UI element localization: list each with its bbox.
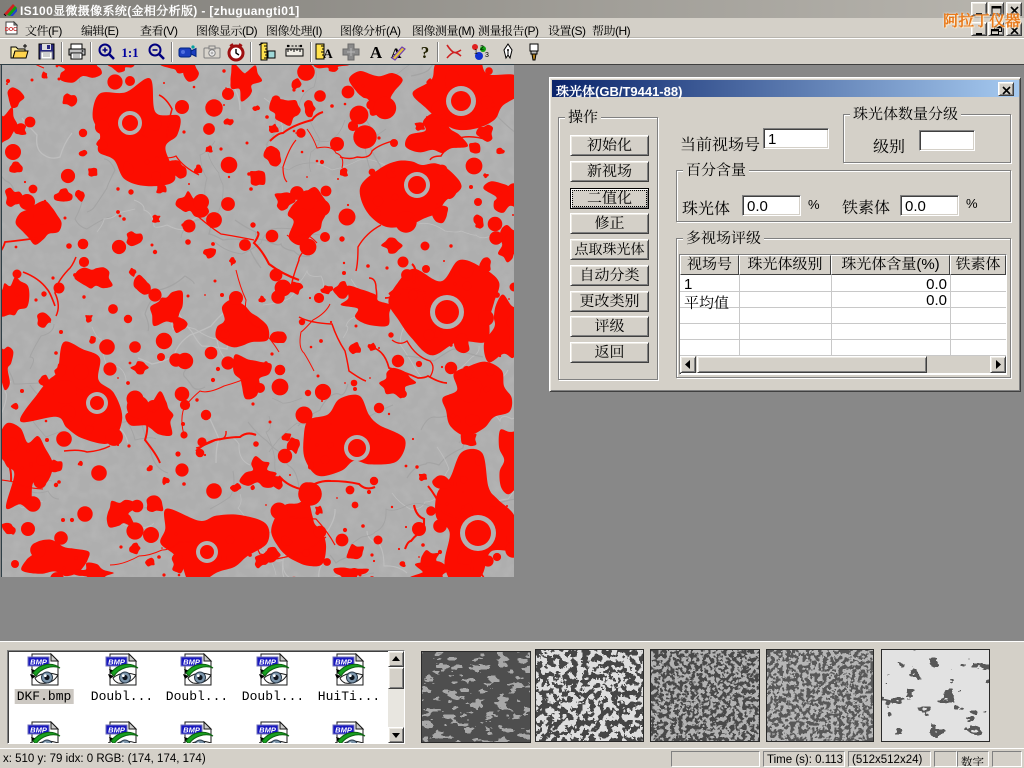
svg-text:A: A xyxy=(370,43,383,62)
svg-text:A: A xyxy=(323,46,333,61)
svg-text:2: 2 xyxy=(480,45,484,52)
svg-text:1:1: 1:1 xyxy=(121,45,138,60)
svg-text:?: ? xyxy=(421,43,430,62)
svg-text:DOC: DOC xyxy=(5,27,17,33)
svg-text:1: 1 xyxy=(474,49,478,56)
svg-text:3: 3 xyxy=(485,52,489,59)
